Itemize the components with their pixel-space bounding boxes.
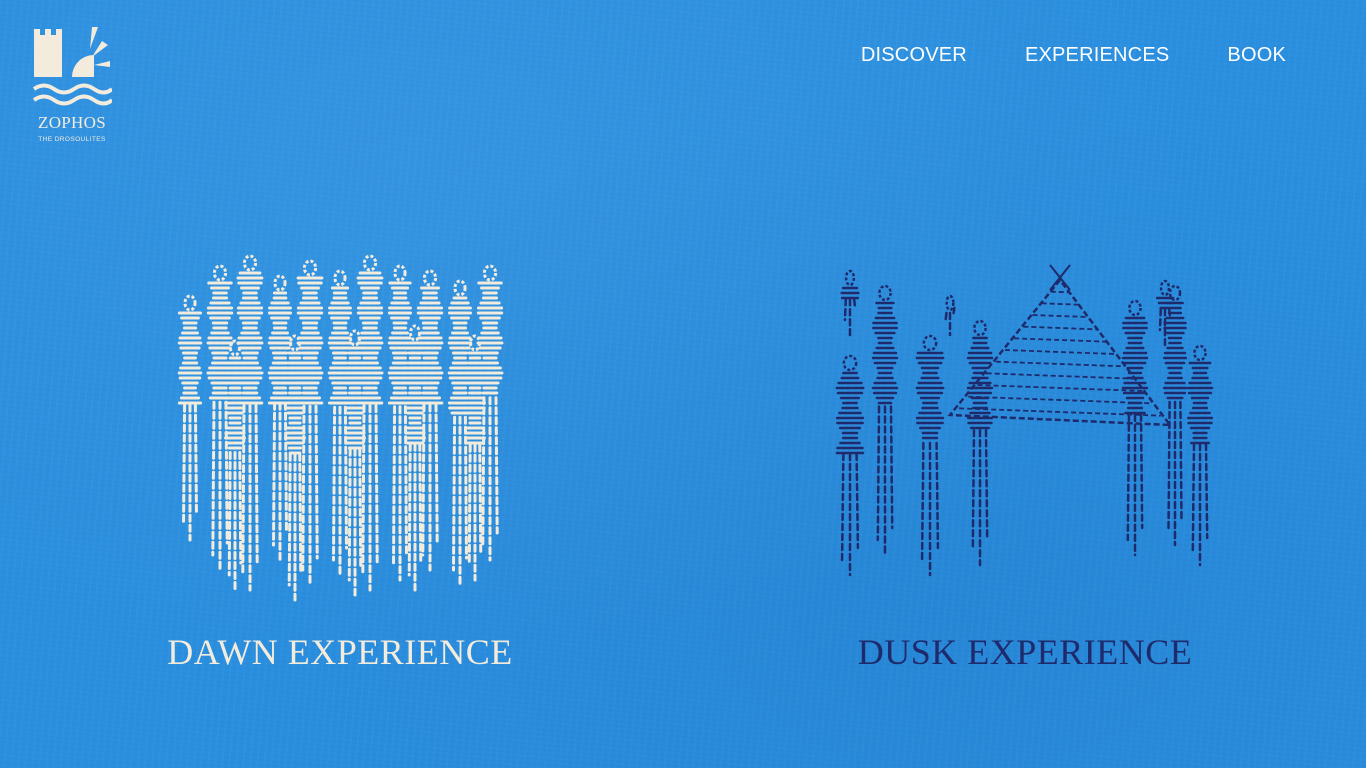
brand-tagline: THE DROSOULITES bbox=[38, 136, 106, 143]
castle-sun-waves-logo-icon bbox=[32, 27, 112, 106]
zophos-logo[interactable]: ZOPHOS THE DROSOULITES bbox=[32, 27, 114, 149]
brand-name: ZOPHOS bbox=[38, 113, 106, 132]
main-nav: DISCOVER EXPERIENCES BOOK bbox=[861, 44, 1286, 67]
nav-item-discover[interactable]: DISCOVER bbox=[861, 44, 967, 67]
dawn-experience-title: DAWN EXPERIENCE bbox=[167, 632, 513, 672]
stitched-ghost-procession-illustration bbox=[177, 254, 504, 602]
nav-item-experiences[interactable]: EXPERIENCES bbox=[1025, 44, 1169, 67]
nav-item-book[interactable]: BOOK bbox=[1227, 44, 1286, 67]
dawn-experience-card[interactable]: DAWN EXPERIENCE bbox=[150, 240, 530, 670]
dusk-experience-card[interactable]: DUSK EXPERIENCE bbox=[820, 255, 1230, 670]
stitched-figures-tent-illustration bbox=[835, 264, 1214, 577]
dusk-experience-title: DUSK EXPERIENCE bbox=[857, 632, 1193, 672]
